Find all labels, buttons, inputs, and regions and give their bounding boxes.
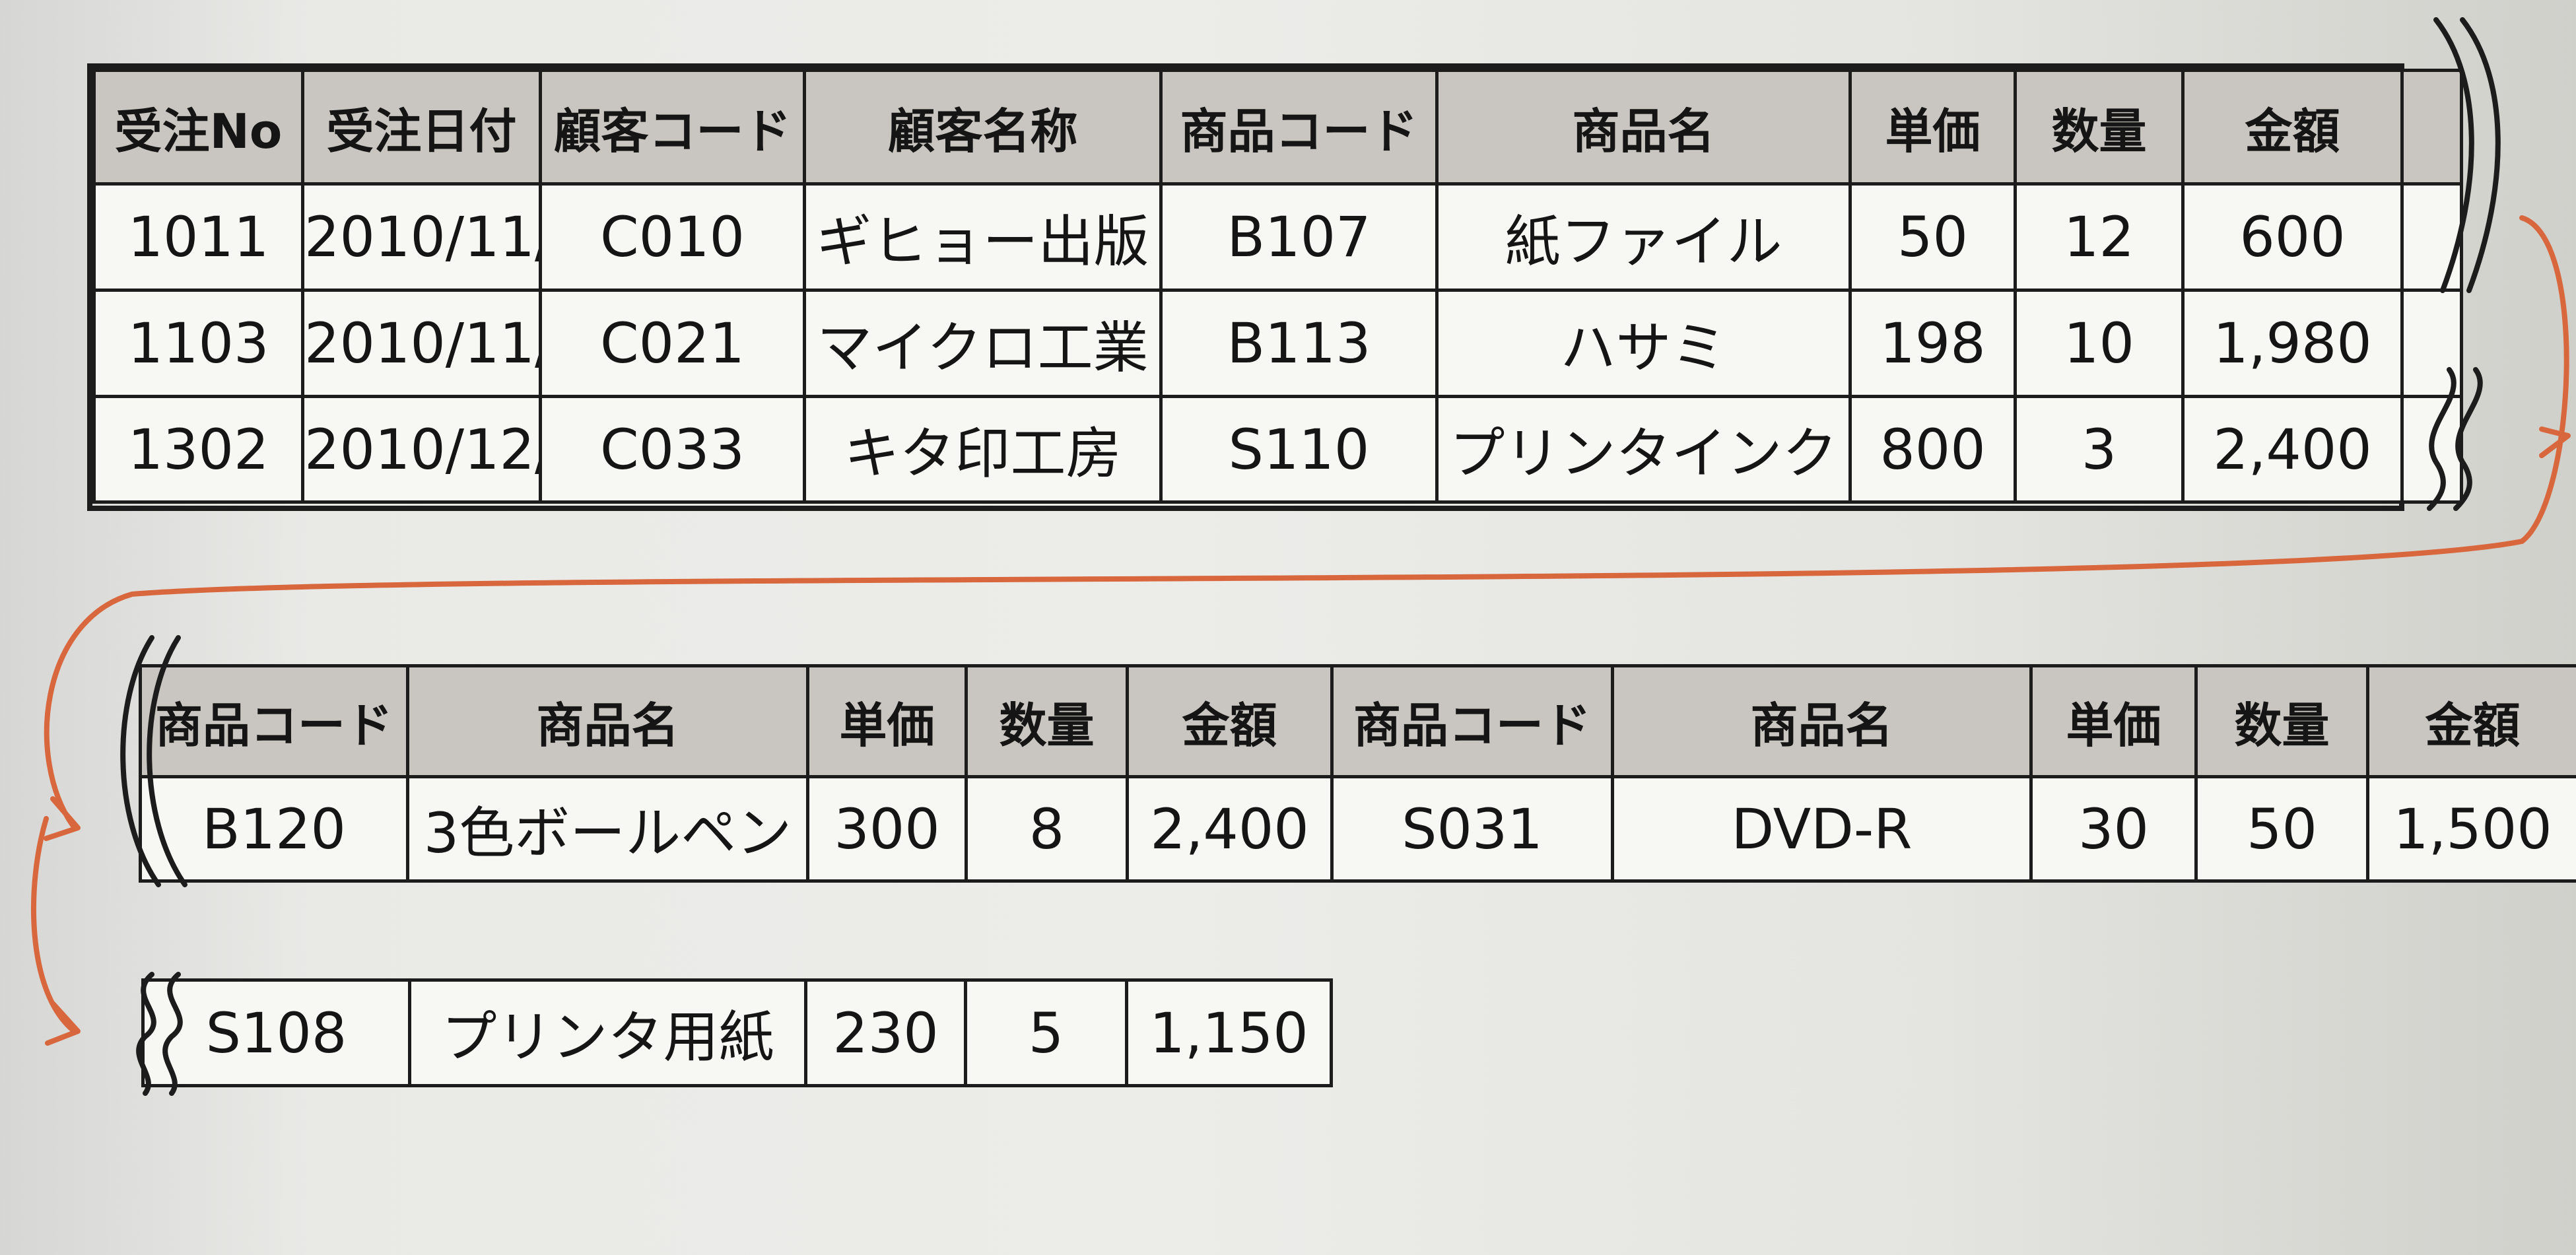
wavy-break-mark-icon xyxy=(2433,17,2474,293)
continuation-arrow-icon xyxy=(31,816,75,1033)
repeating-group-diagram: 受注No 受注日付 顧客コード 顧客名称 商品コード 商品名 単価 数量 金額 … xyxy=(0,0,2576,1255)
wavy-break-mark-icon xyxy=(2453,367,2483,511)
wavy-break-mark-icon xyxy=(2427,367,2457,511)
arrowhead-icon xyxy=(2539,426,2571,458)
wavy-break-mark-icon xyxy=(120,635,161,887)
continuation-arrow-icon xyxy=(44,215,2569,828)
wavy-break-mark-icon xyxy=(162,972,183,1096)
wavy-break-mark-icon xyxy=(136,972,156,1096)
break-marks-and-arrows xyxy=(31,17,2571,1096)
wavy-break-mark-icon xyxy=(147,635,187,887)
wavy-break-mark-icon xyxy=(2460,17,2501,293)
